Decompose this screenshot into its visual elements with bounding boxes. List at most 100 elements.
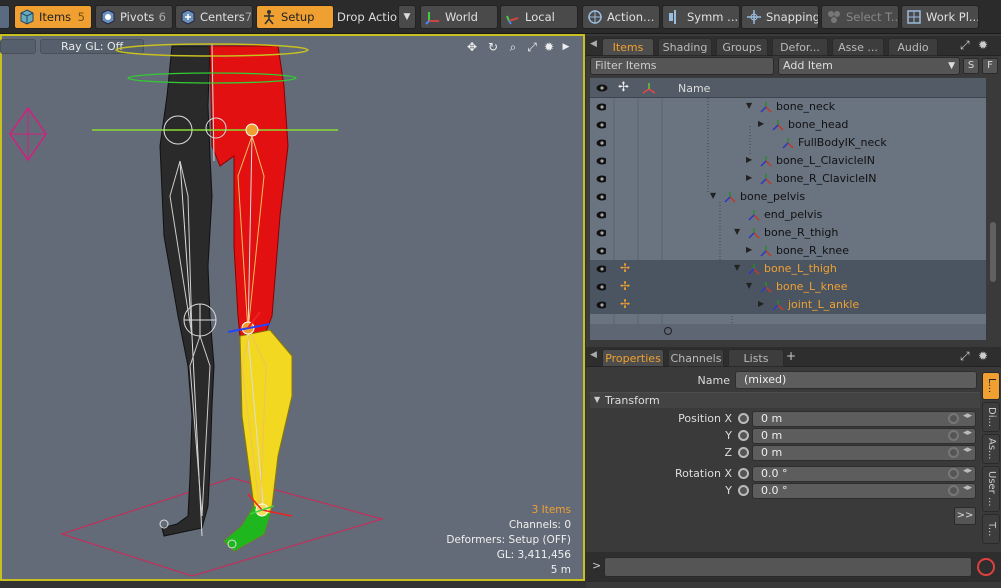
tree-row[interactable]: ▶ bone_L_ClavicleIN — [590, 152, 986, 170]
tree-row[interactable]: ✢ ▼ bone_L_knee — [590, 278, 986, 296]
tab-lists[interactable]: Lists — [728, 349, 784, 367]
tab-channels[interactable]: Channels — [668, 349, 724, 367]
add-tab-button[interactable]: + — [786, 349, 796, 363]
expand-arrow-icon[interactable]: ▶ — [758, 119, 764, 128]
reset-value-icon[interactable] — [948, 468, 959, 479]
tree-row[interactable]: FullBodyIK_neck — [590, 134, 986, 152]
expand-arrow-icon[interactable]: ▶ — [746, 245, 752, 254]
add-item-dropdown[interactable]: Add Item ▼ — [778, 57, 960, 75]
transform-value-field[interactable]: 0 m — [752, 428, 976, 444]
tree-row[interactable]: ✢ ▼ bone_L_thigh — [590, 260, 986, 278]
cube-icon[interactable] — [0, 5, 10, 29]
visibility-eye-icon[interactable] — [596, 228, 606, 238]
tree-row[interactable]: ▼ bone_R_thigh — [590, 224, 986, 242]
select-through-button[interactable]: Select T... — [821, 5, 899, 29]
deformer-enabled-icon[interactable]: ✢ — [620, 261, 630, 275]
3d-viewport[interactable]: Ray GL: Off ✥ ↻ ⌕ ⤢ ✹ ▶ 3 Items Channels… — [0, 34, 585, 581]
transform-value-field[interactable]: 0 m — [752, 445, 976, 461]
value-stepper-icon[interactable]: ◂▸ — [963, 466, 972, 476]
value-stepper-icon[interactable]: ◂▸ — [963, 483, 972, 493]
s-button[interactable]: S — [963, 58, 979, 74]
more-properties-button[interactable]: >> — [954, 507, 976, 525]
record-icon[interactable] — [977, 558, 995, 576]
side-tab-l[interactable]: L... — [982, 372, 1000, 400]
panel-arrow-icon[interactable]: ◀ — [590, 350, 597, 360]
maximize-panel-icon[interactable]: ⤢ — [960, 349, 970, 364]
deformer-enabled-icon[interactable]: ✢ — [620, 279, 630, 293]
animate-keyframe-icon[interactable] — [738, 447, 749, 458]
tree-row[interactable]: ▼ bone_pelvis — [590, 188, 986, 206]
action-center-button[interactable]: Action … — [582, 5, 660, 29]
visibility-eye-icon[interactable] — [596, 210, 606, 220]
visibility-eye-icon[interactable] — [596, 282, 606, 292]
tree-vscroll[interactable] — [989, 98, 997, 340]
work-plane-button[interactable]: Work Pl... — [901, 5, 979, 29]
expand-arrow-icon[interactable]: ▼ — [710, 191, 716, 200]
tab-items[interactable]: Items — [602, 38, 654, 56]
type-column-icon[interactable] — [642, 82, 656, 94]
expand-arrow-icon[interactable]: ▼ — [734, 263, 740, 272]
snapping-button[interactable]: Snapping — [741, 5, 819, 29]
visibility-eye-icon[interactable] — [596, 300, 606, 310]
tree-row[interactable]: end_pelvis — [590, 206, 986, 224]
panel-arrow-icon[interactable]: ◀ — [590, 39, 597, 49]
value-stepper-icon[interactable]: ◂▸ — [963, 445, 972, 455]
visibility-eye-icon[interactable] — [596, 120, 606, 130]
side-tab-di[interactable]: Di... — [982, 402, 1000, 432]
tab-assemblies[interactable]: Asse ... — [832, 38, 884, 56]
animate-keyframe-icon[interactable] — [738, 430, 749, 441]
transform-section-header[interactable]: ▼ Transform — [590, 392, 980, 408]
f-button[interactable]: F — [982, 58, 998, 74]
side-tab-as[interactable]: As... — [982, 434, 1000, 464]
visibility-eye-icon[interactable] — [596, 83, 608, 93]
expand-arrow-icon[interactable]: ▼ — [746, 101, 752, 110]
tab-audio[interactable]: Audio — [888, 38, 938, 56]
deformer-column-icon[interactable]: ✢ — [618, 80, 629, 95]
name-field[interactable]: (mixed) — [735, 371, 977, 389]
tab-properties[interactable]: Properties — [602, 349, 664, 367]
tree-row[interactable]: ▶ bone_head — [590, 116, 986, 134]
centers-mode-button[interactable]: Centers 7 — [175, 5, 253, 29]
expand-arrow-icon[interactable]: ▼ — [746, 281, 752, 290]
maximize-panel-icon[interactable]: ⤢ — [960, 38, 970, 53]
local-button[interactable]: Local — [500, 5, 578, 29]
world-button[interactable]: World — [420, 5, 498, 29]
symmetry-button[interactable]: Symm ... — [662, 5, 740, 29]
animate-keyframe-icon[interactable] — [738, 468, 749, 479]
visibility-eye-icon[interactable] — [596, 102, 606, 112]
tree-hscroll[interactable] — [590, 324, 986, 340]
transform-value-field[interactable]: 0 m — [752, 411, 976, 427]
value-stepper-icon[interactable]: ◂▸ — [963, 411, 972, 421]
reset-value-icon[interactable] — [948, 413, 959, 424]
tab-deformers[interactable]: Defor... — [772, 38, 828, 56]
visibility-eye-icon[interactable] — [596, 192, 606, 202]
visibility-eye-icon[interactable] — [596, 156, 606, 166]
gear-icon[interactable]: ✹ — [978, 349, 988, 363]
reset-value-icon[interactable] — [948, 430, 959, 441]
deformer-enabled-icon[interactable]: ✢ — [620, 297, 630, 311]
pivots-mode-button[interactable]: Pivots 6 — [95, 5, 173, 29]
tree-row[interactable]: ▼ bone_neck — [590, 98, 986, 116]
visibility-eye-icon[interactable] — [596, 174, 606, 184]
expand-arrow-icon[interactable]: ▶ — [746, 155, 752, 164]
setup-mode-button[interactable]: Setup — [256, 5, 334, 29]
reset-value-icon[interactable] — [948, 447, 959, 458]
expand-arrow-icon[interactable]: ▼ — [734, 227, 740, 236]
animate-keyframe-icon[interactable] — [738, 413, 749, 424]
vscroll-thumb[interactable] — [990, 222, 996, 282]
value-stepper-icon[interactable]: ◂▸ — [963, 428, 972, 438]
drop-action-dropdown[interactable]: ▼ — [398, 5, 416, 29]
gear-icon[interactable]: ✹ — [978, 38, 988, 52]
tree-row[interactable]: ▶ bone_R_knee — [590, 242, 986, 260]
side-tab-t[interactable]: T... — [982, 514, 1000, 544]
tree-row[interactable]: ▶ bone_R_ClavicleIN — [590, 170, 986, 188]
expand-arrow-icon[interactable]: ▶ — [746, 173, 752, 182]
command-input[interactable] — [604, 557, 972, 577]
transform-value-field[interactable]: 0.0 ° — [752, 483, 976, 499]
visibility-eye-icon[interactable] — [596, 246, 606, 256]
visibility-eye-icon[interactable] — [596, 264, 606, 274]
tab-shading[interactable]: Shading — [658, 38, 712, 56]
visibility-eye-icon[interactable] — [596, 138, 606, 148]
hip-joint-l[interactable] — [245, 123, 259, 137]
items-mode-button[interactable]: Items 5 — [14, 5, 92, 29]
